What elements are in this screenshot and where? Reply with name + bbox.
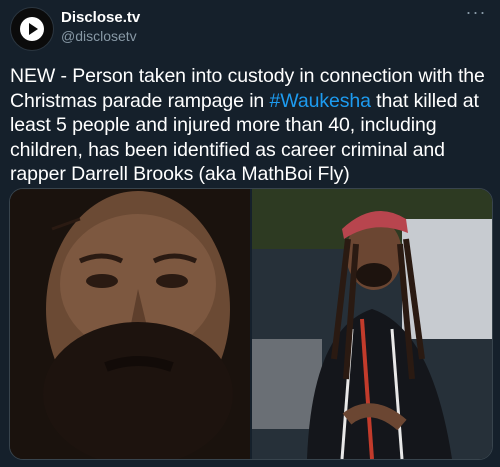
tweet-media[interactable] bbox=[9, 188, 493, 460]
account-handle[interactable]: @disclosetv bbox=[61, 28, 137, 44]
tweet-card: Disclose.tv @disclosetv ··· NEW - Person… bbox=[0, 0, 500, 467]
more-dots-icon[interactable]: ··· bbox=[464, 3, 488, 22]
account-avatar[interactable] bbox=[10, 7, 54, 51]
mugshot-image bbox=[10, 189, 250, 459]
rapper-image bbox=[252, 189, 492, 459]
account-name[interactable]: Disclose.tv bbox=[61, 9, 140, 26]
mugshot-photo[interactable] bbox=[10, 189, 250, 459]
play-circle-icon bbox=[20, 17, 44, 41]
hashtag-link[interactable]: #Waukesha bbox=[270, 90, 371, 112]
tweet-text: NEW - Person taken into custody in conne… bbox=[10, 64, 490, 187]
rapper-photo[interactable] bbox=[252, 189, 492, 459]
